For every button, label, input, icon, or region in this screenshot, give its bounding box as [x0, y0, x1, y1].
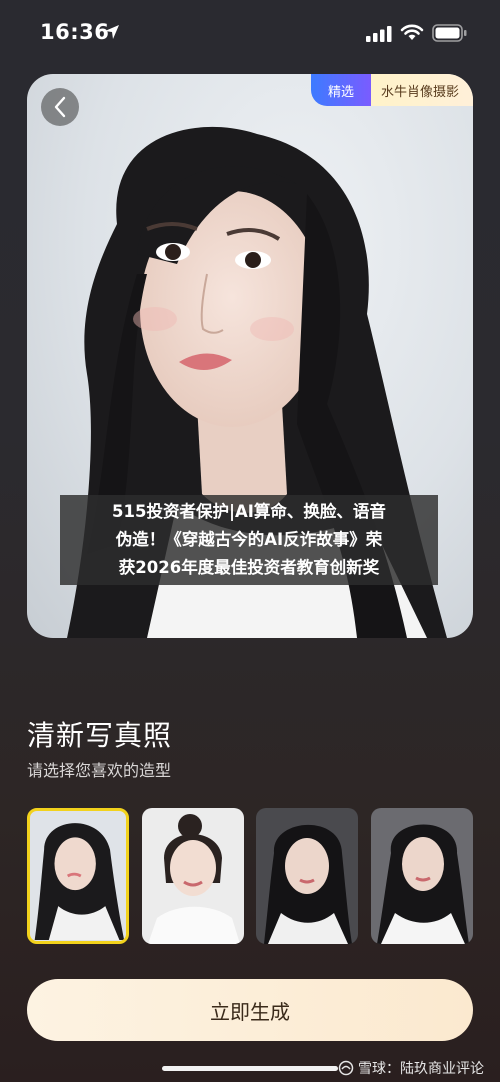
news-caption-overlay: 515投资者保护|AI算命、换脸、语音 伪造！《穿越古今的AI反诈故事》荣 获2…: [60, 495, 438, 585]
cellular-signal-icon: [366, 26, 392, 42]
style-thumbnail-image: [377, 824, 469, 944]
style-option-3[interactable]: [256, 808, 358, 944]
status-time: 16:36: [40, 20, 110, 44]
style-option-2[interactable]: [142, 808, 244, 944]
style-options: [27, 808, 473, 944]
caption-line: 获2026年度最佳投资者教育创新奖: [118, 558, 380, 577]
status-bar: 16:36: [0, 0, 500, 66]
style-thumbnail-image: [34, 823, 125, 940]
chevron-left-icon: [54, 96, 66, 118]
generate-now-label: 立即生成: [210, 999, 290, 1024]
tag-pill: 精选 水牛肖像摄影: [310, 74, 473, 106]
studio-tag: 水牛肖像摄影: [370, 74, 473, 106]
style-option-1[interactable]: [27, 808, 129, 944]
home-indicator[interactable]: [162, 1066, 338, 1071]
watermark: 雪球：陆玖商业评论: [338, 1058, 484, 1078]
caption-line: 伪造！《穿越古今的AI反诈故事》荣: [115, 530, 383, 549]
back-button[interactable]: [41, 88, 79, 126]
snowball-logo-icon: [338, 1060, 354, 1076]
featured-tag: 精选: [310, 74, 371, 106]
section-title: 清新写真照: [27, 719, 173, 752]
generate-now-button[interactable]: 立即生成: [27, 979, 473, 1041]
location-arrow-icon: [105, 25, 119, 39]
caption-line: 515投资者保护|AI算命、换脸、语音: [112, 502, 386, 521]
style-thumbnail-image: [264, 824, 352, 944]
style-thumbnail-image: [148, 814, 240, 944]
section-subtitle: 请选择您喜欢的造型: [27, 761, 172, 780]
battery-icon: [432, 24, 467, 42]
watermark-text: 雪球：陆玖商业评论: [358, 1061, 484, 1077]
style-option-4[interactable]: [371, 808, 473, 944]
wifi-icon: [400, 24, 424, 40]
